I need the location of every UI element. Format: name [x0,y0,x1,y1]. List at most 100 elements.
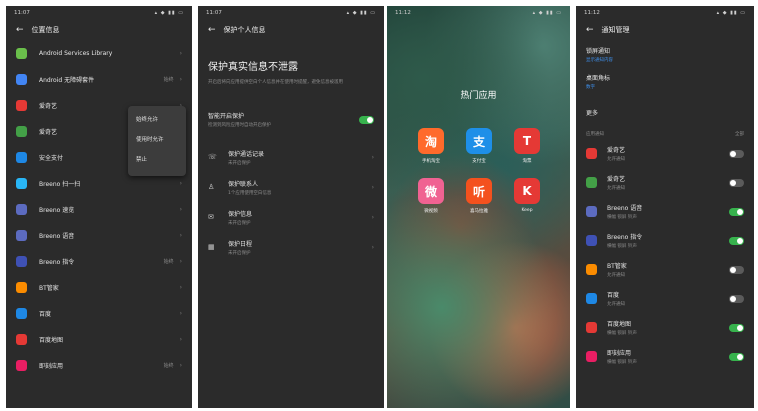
lock-screen-title: 锁屏通知 [586,48,611,55]
app-name: BT管家 [39,284,59,292]
folder-app-label: Keep [521,208,533,213]
page-title: 位置信息 [31,26,60,34]
app-row[interactable]: BT管家 › [6,274,192,300]
section-filter[interactable]: 全部 [735,131,744,137]
title-bar: ← 通知管理 [576,20,754,40]
app-row[interactable]: 百度 › [6,300,192,326]
notification-switch[interactable] [729,149,744,158]
protect-item[interactable]: ▦ 保护日程 未开启保护 › [198,232,384,262]
status-time: 11:12 [584,10,600,16]
app-notification-text: 爱奇艺 允许通知 [607,145,729,162]
app-notification-text: 百度地图 横幅 锁屏 铃声 [607,319,729,336]
app-icon: 支 [466,128,492,154]
notification-switch[interactable] [729,207,744,216]
protect-item-text: 保护联系人 1个应用使用空白信息 [228,179,372,196]
app-row[interactable]: Breeno 速览 › [6,196,192,222]
app-notification-row[interactable]: BT管家 允许通知 [576,255,754,284]
app-notification-row[interactable]: 爱奇艺 允许通知 [576,168,754,197]
app-name: 百度 [39,310,52,318]
app-row[interactable]: 即刻应用 始终 › [6,352,192,378]
folder-app[interactable]: T 淘票 [503,128,551,164]
folder-app[interactable]: 听喜马拉雅 [455,178,503,214]
app-icon: T [514,128,540,154]
app-row[interactable]: Breeno 指令 始终 › [6,248,192,274]
back-arrow-icon[interactable]: ← [208,25,216,35]
folder-app[interactable]: 淘手机淘宝 [407,128,455,164]
app-name: Breeno 指令 [39,258,75,266]
home-screen-folder: 11:12 ▴ ◆ ▮▮ ▭ 热门应用 淘手机淘宝支支付宝 T 淘票微微视频听喜马拉… [387,6,570,408]
back-arrow-icon[interactable]: ← [586,25,594,35]
voice-icon [586,206,597,217]
folder-app[interactable]: K Keep [503,178,551,214]
protect-item-title: 保护日程 [228,240,253,248]
more-settings[interactable]: 更多 [576,94,754,123]
notification-switch[interactable] [729,352,744,361]
popup-option-always[interactable]: 始终允许 [128,110,186,130]
permission-popup-menu: 始终允许 使用时允许 禁止 [128,106,186,176]
popup-option-deny[interactable]: 禁止 [128,150,186,170]
lock-screen-notification-setting[interactable]: 锁屏通知 显示通知内容 [576,40,754,67]
protect-item-subtitle: 未开启保护 [228,160,251,166]
heading: 保护真实信息不泄露 [208,62,298,73]
app-icon [16,359,27,371]
protect-item-title: 保护联系人 [228,180,259,188]
app-row[interactable]: Android 无障碍套件 始终 › [6,66,192,92]
status-icons: ▴ ◆ ▮▮ ▭ [532,10,562,16]
chevron-right-icon: › [179,231,182,239]
chevron-right-icon: › [371,243,374,251]
app-notification-row[interactable]: 百度 允许通知 [576,284,754,313]
protect-item[interactable]: ☏ 保护通话记录 未开启保护 › [198,142,384,172]
smart-protect-subtitle: 检测到风险应用时自动开启保护 [208,123,271,128]
command-icon [586,235,597,246]
protect-info-screen: 11:07 ▴ ◆ ▮▮ ▭ ← 保护个人信息 保护真实信息不泄露 开启后将向应… [198,6,384,408]
protect-item[interactable]: ✉ 保护信息 未开启保护 › [198,202,384,232]
app-name: 百度地图 [607,321,632,328]
status-bar: 11:07 ▴ ◆ ▮▮ ▭ [6,6,192,20]
app-notification-status: 允许通知 [607,186,625,191]
app-row[interactable]: Breeno 语音 › [6,222,192,248]
app-icon: K [514,178,540,204]
status-bar: 11:12 ▴ ◆ ▮▮ ▭ [387,6,570,20]
notification-switch[interactable] [729,294,744,303]
app-icon: 淘 [418,128,444,154]
app-notification-status: 允许通知 [607,273,625,278]
protect-item-subtitle: 1个应用使用空白信息 [228,190,272,196]
smart-protect-row[interactable]: 智能开启保护 检测到风险应用时自动开启保护 [198,89,384,128]
app-notification-status: 允许通知 [607,302,625,307]
protect-item[interactable]: ♙ 保护联系人 1个应用使用空白信息 › [198,172,384,202]
app-notification-text: Breeno 指令 横幅 锁屏 铃声 [607,232,729,249]
pay-icon [16,151,27,163]
app-notification-row[interactable]: 百度地图 横幅 锁屏 铃声 [576,313,754,342]
notification-switch[interactable] [729,323,744,332]
back-arrow-icon[interactable]: ← [16,25,24,35]
badge-setting[interactable]: 桌面角标 数字 [576,67,754,94]
folder-app[interactable]: 微微视频 [407,178,455,214]
app-notification-status: 允许通知 [607,157,625,162]
baidu-icon [586,293,597,304]
map-pin-icon [16,333,27,345]
app-notification-row[interactable]: 即刻应用 横幅 锁屏 铃声 [576,342,754,371]
app-notification-row[interactable]: 爱奇艺 允许通知 [576,139,754,168]
status-icons: ▴ ◆ ▮▮ ▭ [346,10,376,16]
chevron-right-icon: › [371,213,374,221]
app-name: Breeno 扫一扫 [39,180,81,188]
app-row[interactable]: 百度地图 › [6,326,192,352]
chevron-right-icon: › [179,309,182,317]
chevron-right-icon: › [179,335,182,343]
notification-switch[interactable] [729,178,744,187]
tv-icon [16,99,27,111]
protect-item-text: 保护通话记录 未开启保护 [228,149,372,166]
smart-protect-switch[interactable] [359,115,374,124]
notification-switch[interactable] [729,236,744,245]
notification-switch[interactable] [729,265,744,274]
app-row[interactable]: Android Services Library › [6,40,192,66]
folder-app-label: 微视频 [424,209,438,214]
permission-value: 始终 [163,258,174,265]
status-bar: 11:07 ▴ ◆ ▮▮ ▭ [198,6,384,20]
app-notification-row[interactable]: Breeno 语音 横幅 锁屏 铃声 [576,197,754,226]
location-permission-screen: 11:07 ▴ ◆ ▮▮ ▭ ← 位置信息 Android Services L… [6,6,192,408]
app-notification-row[interactable]: Breeno 指令 横幅 锁屏 铃声 [576,226,754,255]
popup-option-while-using[interactable]: 使用时允许 [128,130,186,150]
folder-app[interactable]: 支支付宝 [455,128,503,164]
app-name: 百度 [607,292,620,299]
